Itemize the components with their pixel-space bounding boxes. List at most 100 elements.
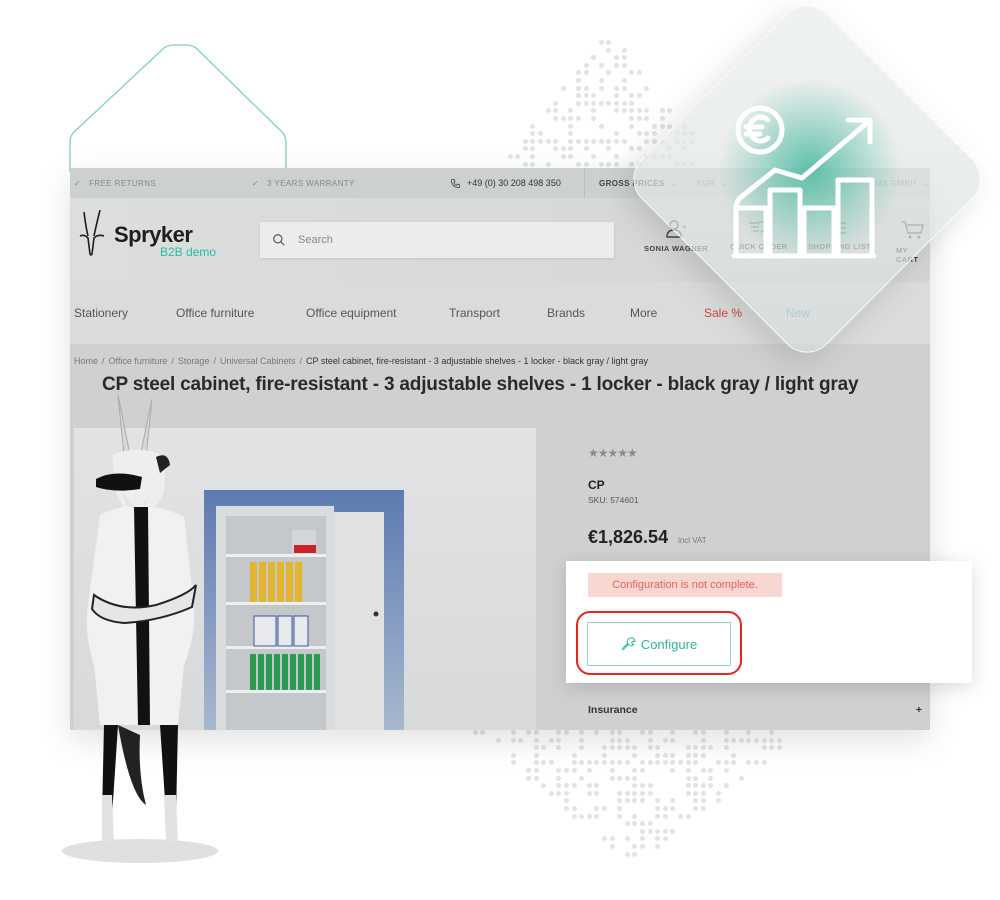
map-dot xyxy=(609,745,615,751)
nav-item-office-furniture[interactable]: Office furniture xyxy=(176,306,254,320)
map-dot xyxy=(576,78,581,83)
map-dot xyxy=(564,730,569,735)
phone-link[interactable]: +49 (0) 30 208 498 350 xyxy=(450,178,561,189)
map-dot xyxy=(617,745,623,751)
map-dot xyxy=(533,730,539,735)
usp-label: Free returns xyxy=(89,178,157,188)
nav-item-sale[interactable]: Sale % xyxy=(704,306,742,320)
map-dot xyxy=(533,768,539,773)
map-dot xyxy=(571,752,577,758)
map-dot xyxy=(553,100,559,106)
insurance-accordion[interactable]: Insurance + xyxy=(588,704,922,716)
dotted-map-bottom xyxy=(450,730,782,870)
map-dot xyxy=(541,760,547,766)
map-dot xyxy=(662,828,668,834)
map-dot xyxy=(602,752,607,758)
map-dot xyxy=(617,775,623,781)
map-dot xyxy=(591,108,597,114)
map-dot xyxy=(662,806,668,811)
map-dot xyxy=(629,100,635,106)
map-dot xyxy=(624,821,630,827)
map-dot xyxy=(685,790,691,796)
map-dot xyxy=(659,123,665,129)
map-dot xyxy=(723,760,729,766)
map-dot xyxy=(556,745,562,751)
map-dot xyxy=(526,775,531,781)
map-dot xyxy=(629,116,635,121)
map-dot xyxy=(640,760,645,766)
map-dot xyxy=(510,760,516,766)
map-dot xyxy=(700,768,706,773)
breadcrumb-storage[interactable]: Storage xyxy=(178,356,210,366)
logo[interactable]: Spryker B2B demo xyxy=(74,210,216,258)
map-dot xyxy=(708,745,714,751)
map-dot xyxy=(624,775,630,781)
map-dot xyxy=(629,108,635,114)
map-dot xyxy=(553,138,559,144)
map-dot xyxy=(647,828,653,834)
map-dot xyxy=(583,93,589,99)
map-dot xyxy=(556,730,562,735)
map-dot xyxy=(746,760,752,766)
map-dot xyxy=(606,161,612,167)
map-dot xyxy=(556,737,562,743)
phone-number: +49 (0) 30 208 498 350 xyxy=(467,178,561,188)
map-dot xyxy=(716,798,721,804)
map-dot xyxy=(678,813,683,819)
map-dot xyxy=(614,138,619,144)
map-dot xyxy=(640,790,645,796)
breadcrumb-separator: / xyxy=(213,356,216,366)
nav-item-office-equipment[interactable]: Office equipment xyxy=(306,306,397,320)
map-dot xyxy=(545,138,551,144)
map-dot xyxy=(576,85,581,91)
map-dot xyxy=(693,806,699,811)
map-dot xyxy=(533,775,539,781)
map-dot xyxy=(594,790,600,796)
map-dot xyxy=(708,783,714,789)
insurance-label: Insurance xyxy=(588,704,638,716)
map-dot xyxy=(678,760,683,766)
map-dot xyxy=(571,768,577,773)
map-dot xyxy=(659,116,665,121)
nav-item-stationery[interactable]: Stationery xyxy=(74,306,128,320)
map-dot xyxy=(586,783,592,789)
decorative-outline-shape xyxy=(69,44,287,172)
map-dot xyxy=(533,737,539,743)
map-dot xyxy=(586,768,592,773)
map-dot xyxy=(647,790,653,796)
map-dot xyxy=(598,62,604,68)
nav-item-brands[interactable]: Brands xyxy=(547,306,585,320)
map-dot xyxy=(685,768,691,773)
map-dot xyxy=(647,730,653,735)
nav-item-transport[interactable]: Transport xyxy=(449,306,500,320)
configure-button[interactable]: Configure xyxy=(587,622,731,666)
map-dot xyxy=(700,752,706,758)
map-dot xyxy=(579,813,585,819)
map-dot xyxy=(530,146,536,152)
map-dot xyxy=(644,108,650,114)
map-dot xyxy=(579,760,585,766)
map-dot xyxy=(624,851,630,857)
breadcrumb-home[interactable]: Home xyxy=(74,356,98,366)
map-dot xyxy=(700,745,706,751)
map-dot xyxy=(583,62,589,68)
map-dot xyxy=(609,768,615,773)
map-dot xyxy=(538,138,543,144)
breadcrumb-universal-cabinets[interactable]: Universal Cabinets xyxy=(220,356,296,366)
map-dot xyxy=(579,737,585,743)
map-dot xyxy=(614,161,619,167)
search-box[interactable] xyxy=(260,222,614,258)
map-dot xyxy=(640,836,645,842)
map-dot xyxy=(530,161,536,167)
map-dot xyxy=(693,775,699,781)
map-dot xyxy=(640,768,645,773)
map-dot xyxy=(716,760,721,766)
breadcrumb-office-furniture[interactable]: Office furniture xyxy=(109,356,168,366)
map-dot xyxy=(647,745,653,751)
map-dot xyxy=(685,775,691,781)
search-input[interactable] xyxy=(298,234,578,246)
nav-item-more[interactable]: More xyxy=(630,306,657,320)
map-dot xyxy=(659,108,665,114)
map-dot xyxy=(530,154,536,159)
map-dot xyxy=(553,108,559,114)
